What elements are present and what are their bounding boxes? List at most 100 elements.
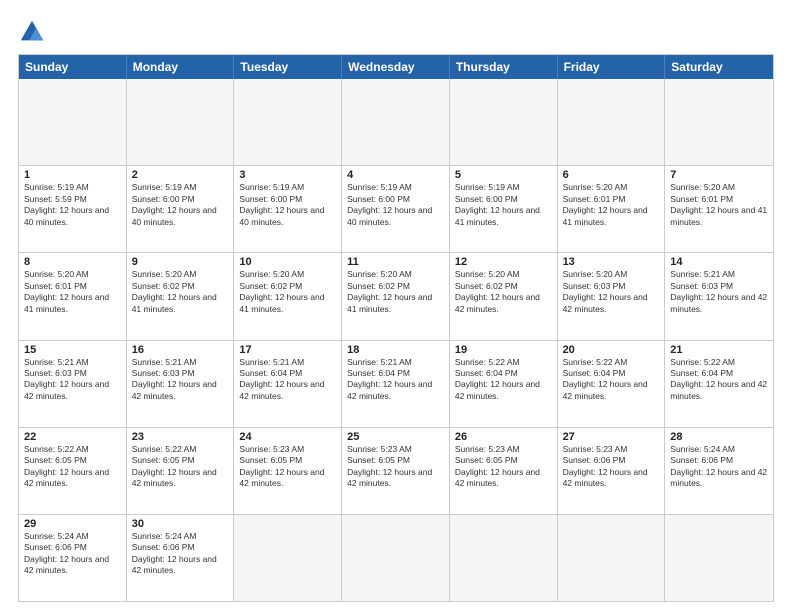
cell-info: Sunrise: 5:20 AMSunset: 6:03 PMDaylight:… bbox=[563, 269, 660, 315]
cal-header-day: Wednesday bbox=[342, 55, 450, 79]
cal-cell: 26Sunrise: 5:23 AMSunset: 6:05 PMDayligh… bbox=[450, 428, 558, 514]
day-number: 8 bbox=[24, 256, 121, 268]
calendar: SundayMondayTuesdayWednesdayThursdayFrid… bbox=[18, 54, 774, 602]
cal-cell bbox=[450, 515, 558, 601]
day-number: 4 bbox=[347, 169, 444, 181]
cell-info: Sunrise: 5:19 AMSunset: 6:00 PMDaylight:… bbox=[132, 182, 229, 228]
cell-info: Sunrise: 5:24 AMSunset: 6:06 PMDaylight:… bbox=[670, 444, 768, 490]
cal-cell: 21Sunrise: 5:22 AMSunset: 6:04 PMDayligh… bbox=[665, 341, 773, 427]
header bbox=[18, 18, 774, 46]
cal-cell bbox=[127, 79, 235, 165]
cal-cell: 16Sunrise: 5:21 AMSunset: 6:03 PMDayligh… bbox=[127, 341, 235, 427]
logo-icon bbox=[18, 18, 46, 46]
day-number: 12 bbox=[455, 256, 552, 268]
cal-cell bbox=[665, 79, 773, 165]
cal-row: 22Sunrise: 5:22 AMSunset: 6:05 PMDayligh… bbox=[19, 427, 773, 514]
cell-info: Sunrise: 5:20 AMSunset: 6:02 PMDaylight:… bbox=[239, 269, 336, 315]
cal-cell bbox=[665, 515, 773, 601]
cell-info: Sunrise: 5:23 AMSunset: 6:06 PMDaylight:… bbox=[563, 444, 660, 490]
cal-cell: 2Sunrise: 5:19 AMSunset: 6:00 PMDaylight… bbox=[127, 166, 235, 252]
day-number: 20 bbox=[563, 344, 660, 356]
day-number: 7 bbox=[670, 169, 768, 181]
cell-info: Sunrise: 5:19 AMSunset: 5:59 PMDaylight:… bbox=[24, 182, 121, 228]
cell-info: Sunrise: 5:20 AMSunset: 6:01 PMDaylight:… bbox=[563, 182, 660, 228]
day-number: 10 bbox=[239, 256, 336, 268]
cal-cell bbox=[342, 79, 450, 165]
day-number: 1 bbox=[24, 169, 121, 181]
cal-row bbox=[19, 79, 773, 165]
cal-header-day: Saturday bbox=[665, 55, 773, 79]
logo bbox=[18, 18, 50, 46]
cal-header-day: Friday bbox=[558, 55, 666, 79]
day-number: 27 bbox=[563, 431, 660, 443]
cell-info: Sunrise: 5:22 AMSunset: 6:05 PMDaylight:… bbox=[132, 444, 229, 490]
day-number: 5 bbox=[455, 169, 552, 181]
day-number: 3 bbox=[239, 169, 336, 181]
cell-info: Sunrise: 5:19 AMSunset: 6:00 PMDaylight:… bbox=[347, 182, 444, 228]
cal-cell bbox=[558, 515, 666, 601]
cal-cell bbox=[234, 515, 342, 601]
cell-info: Sunrise: 5:22 AMSunset: 6:04 PMDaylight:… bbox=[670, 357, 768, 403]
calendar-body: 1Sunrise: 5:19 AMSunset: 5:59 PMDaylight… bbox=[19, 79, 773, 601]
day-number: 21 bbox=[670, 344, 768, 356]
day-number: 24 bbox=[239, 431, 336, 443]
cal-cell: 19Sunrise: 5:22 AMSunset: 6:04 PMDayligh… bbox=[450, 341, 558, 427]
day-number: 2 bbox=[132, 169, 229, 181]
cell-info: Sunrise: 5:21 AMSunset: 6:04 PMDaylight:… bbox=[347, 357, 444, 403]
cell-info: Sunrise: 5:20 AMSunset: 6:02 PMDaylight:… bbox=[347, 269, 444, 315]
day-number: 23 bbox=[132, 431, 229, 443]
cell-info: Sunrise: 5:19 AMSunset: 6:00 PMDaylight:… bbox=[239, 182, 336, 228]
cal-row: 1Sunrise: 5:19 AMSunset: 5:59 PMDaylight… bbox=[19, 165, 773, 252]
cell-info: Sunrise: 5:23 AMSunset: 6:05 PMDaylight:… bbox=[239, 444, 336, 490]
day-number: 19 bbox=[455, 344, 552, 356]
cal-cell: 3Sunrise: 5:19 AMSunset: 6:00 PMDaylight… bbox=[234, 166, 342, 252]
cal-cell: 20Sunrise: 5:22 AMSunset: 6:04 PMDayligh… bbox=[558, 341, 666, 427]
page: SundayMondayTuesdayWednesdayThursdayFrid… bbox=[0, 0, 792, 612]
cal-cell: 25Sunrise: 5:23 AMSunset: 6:05 PMDayligh… bbox=[342, 428, 450, 514]
cal-row: 8Sunrise: 5:20 AMSunset: 6:01 PMDaylight… bbox=[19, 252, 773, 339]
cell-info: Sunrise: 5:21 AMSunset: 6:03 PMDaylight:… bbox=[132, 357, 229, 403]
cal-cell: 4Sunrise: 5:19 AMSunset: 6:00 PMDaylight… bbox=[342, 166, 450, 252]
day-number: 15 bbox=[24, 344, 121, 356]
cell-info: Sunrise: 5:22 AMSunset: 6:04 PMDaylight:… bbox=[455, 357, 552, 403]
cal-cell bbox=[558, 79, 666, 165]
cal-header-day: Tuesday bbox=[234, 55, 342, 79]
cal-header-day: Monday bbox=[127, 55, 235, 79]
cell-info: Sunrise: 5:20 AMSunset: 6:02 PMDaylight:… bbox=[455, 269, 552, 315]
calendar-header: SundayMondayTuesdayWednesdayThursdayFrid… bbox=[19, 55, 773, 79]
cal-cell: 9Sunrise: 5:20 AMSunset: 6:02 PMDaylight… bbox=[127, 253, 235, 339]
cell-info: Sunrise: 5:20 AMSunset: 6:01 PMDaylight:… bbox=[670, 182, 768, 228]
cell-info: Sunrise: 5:20 AMSunset: 6:01 PMDaylight:… bbox=[24, 269, 121, 315]
cal-cell: 22Sunrise: 5:22 AMSunset: 6:05 PMDayligh… bbox=[19, 428, 127, 514]
cell-info: Sunrise: 5:23 AMSunset: 6:05 PMDaylight:… bbox=[455, 444, 552, 490]
cal-header-day: Sunday bbox=[19, 55, 127, 79]
cal-cell: 17Sunrise: 5:21 AMSunset: 6:04 PMDayligh… bbox=[234, 341, 342, 427]
cell-info: Sunrise: 5:20 AMSunset: 6:02 PMDaylight:… bbox=[132, 269, 229, 315]
day-number: 9 bbox=[132, 256, 229, 268]
cal-cell bbox=[234, 79, 342, 165]
cal-cell: 27Sunrise: 5:23 AMSunset: 6:06 PMDayligh… bbox=[558, 428, 666, 514]
cal-header-day: Thursday bbox=[450, 55, 558, 79]
day-number: 28 bbox=[670, 431, 768, 443]
cal-cell: 23Sunrise: 5:22 AMSunset: 6:05 PMDayligh… bbox=[127, 428, 235, 514]
cal-cell bbox=[342, 515, 450, 601]
cal-cell: 8Sunrise: 5:20 AMSunset: 6:01 PMDaylight… bbox=[19, 253, 127, 339]
day-number: 14 bbox=[670, 256, 768, 268]
cell-info: Sunrise: 5:21 AMSunset: 6:03 PMDaylight:… bbox=[670, 269, 768, 315]
day-number: 30 bbox=[132, 518, 229, 530]
cell-info: Sunrise: 5:19 AMSunset: 6:00 PMDaylight:… bbox=[455, 182, 552, 228]
cal-cell bbox=[450, 79, 558, 165]
cal-cell: 24Sunrise: 5:23 AMSunset: 6:05 PMDayligh… bbox=[234, 428, 342, 514]
day-number: 25 bbox=[347, 431, 444, 443]
cal-cell: 18Sunrise: 5:21 AMSunset: 6:04 PMDayligh… bbox=[342, 341, 450, 427]
cell-info: Sunrise: 5:24 AMSunset: 6:06 PMDaylight:… bbox=[132, 531, 229, 577]
day-number: 16 bbox=[132, 344, 229, 356]
cal-cell: 14Sunrise: 5:21 AMSunset: 6:03 PMDayligh… bbox=[665, 253, 773, 339]
day-number: 13 bbox=[563, 256, 660, 268]
cal-cell: 28Sunrise: 5:24 AMSunset: 6:06 PMDayligh… bbox=[665, 428, 773, 514]
cal-row: 15Sunrise: 5:21 AMSunset: 6:03 PMDayligh… bbox=[19, 340, 773, 427]
cal-row: 29Sunrise: 5:24 AMSunset: 6:06 PMDayligh… bbox=[19, 514, 773, 601]
day-number: 18 bbox=[347, 344, 444, 356]
cell-info: Sunrise: 5:21 AMSunset: 6:03 PMDaylight:… bbox=[24, 357, 121, 403]
day-number: 6 bbox=[563, 169, 660, 181]
